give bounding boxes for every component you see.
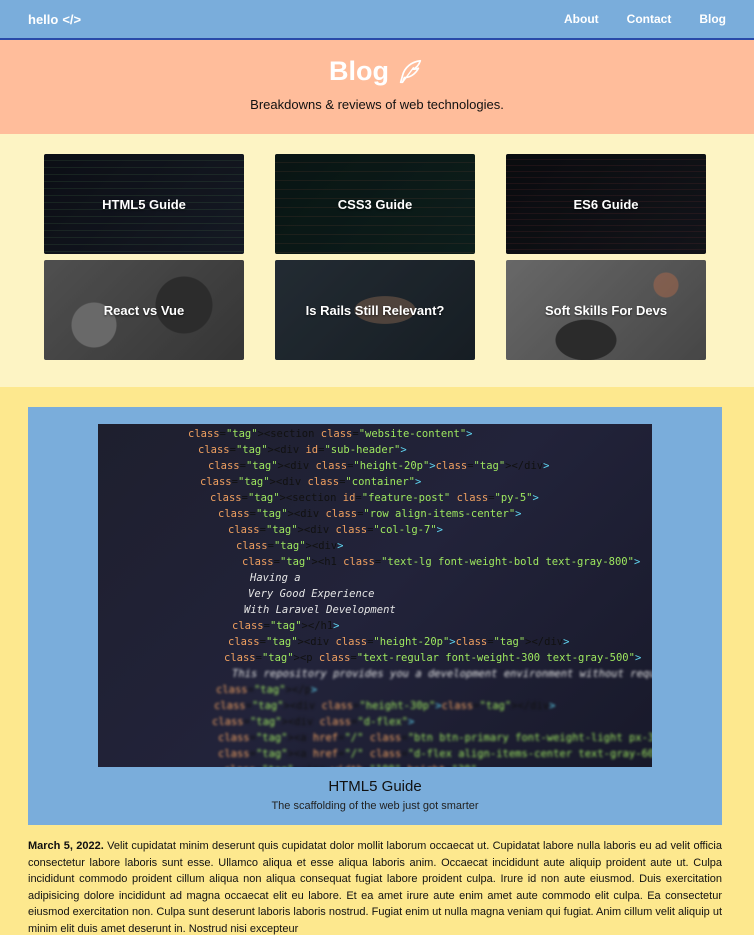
guide-card-soft-skills[interactable]: Soft Skills For Devs xyxy=(506,260,706,360)
code-line: class="tag"><p class="text-regular font-… xyxy=(224,652,642,664)
guide-card-css3[interactable]: CSS3 Guide xyxy=(275,154,475,254)
code-line: class="tag"><div class="height-30p">clas… xyxy=(214,700,556,712)
article-date: March 5, 2022. xyxy=(28,840,104,852)
page-title: Blog xyxy=(0,56,754,87)
code-line: class="tag"><h1 class="text-lg font-weig… xyxy=(242,556,641,568)
code-line: class="tag"><section class="website-cont… xyxy=(188,428,473,440)
featured-subtitle: The scaffolding of the web just got smar… xyxy=(271,800,479,812)
code-line: Very Good Experience xyxy=(248,588,375,600)
guide-card-es6[interactable]: ES6 Guide xyxy=(506,154,706,254)
feather-icon xyxy=(399,59,422,83)
code-line: This repository provides you a developme… xyxy=(232,668,652,680)
guide-card-label: Soft Skills For Devs xyxy=(544,302,668,318)
featured-code-image: class="tag"><section class="website-cont… xyxy=(98,424,652,767)
code-line: class="tag"><div class="height-20p">clas… xyxy=(208,460,550,472)
code-line: class="tag"><div> xyxy=(236,540,344,552)
article-text: Velit cupidatat minim deserunt quis cupi… xyxy=(28,840,722,935)
guide-card-react-vue[interactable]: React vs Vue xyxy=(44,260,244,360)
code-line: class="tag"><div class="d-flex"> xyxy=(212,716,415,728)
page-title-text: Blog xyxy=(329,56,389,86)
nav-link-blog[interactable]: Blog xyxy=(699,12,726,26)
code-brackets-icon: </> xyxy=(62,11,82,27)
guide-card-label: ES6 Guide xyxy=(573,196,639,212)
guide-card-label: CSS3 Guide xyxy=(337,196,413,212)
nav-links: About Contact Blog xyxy=(564,12,726,26)
code-line: class="tag"><div class="container"> xyxy=(200,476,422,488)
code-line: class="tag"><a href="/" class="d-flex al… xyxy=(218,748,652,760)
code-line: class="tag"><div class="col-lg-7"> xyxy=(228,524,443,536)
code-line: class="tag"></h1> xyxy=(232,620,340,632)
guide-card-label: HTML5 Guide xyxy=(102,196,186,212)
code-line: class="tag"></p> xyxy=(216,684,318,696)
navbar: hello </> About Contact Blog xyxy=(0,0,754,40)
code-line: class="tag"><div class="height-20p">clas… xyxy=(228,636,570,648)
page-subtitle: Breakdowns & reviews of web technologies… xyxy=(250,97,504,112)
code-line: With Laravel Development xyxy=(244,604,396,616)
guides-grid: HTML5 Guide CSS3 Guide ES6 Guide React v… xyxy=(0,134,754,387)
blog-header: Blog Breakdowns & reviews of web technol… xyxy=(0,40,754,134)
guide-card-label: Is Rails Still Relevant? xyxy=(305,302,445,318)
article-body: March 5, 2022. Velit cupidatat minim des… xyxy=(28,838,722,935)
nav-link-about[interactable]: About xyxy=(564,12,599,26)
code-lines: class="tag"><section class="website-cont… xyxy=(98,424,652,767)
code-line: class="tag"><div id="sub-header"> xyxy=(198,444,407,456)
guide-card-label: React vs Vue xyxy=(103,302,185,318)
guide-card-rails[interactable]: Is Rails Still Relevant? xyxy=(275,260,475,360)
featured-post: class="tag"><section class="website-cont… xyxy=(28,407,722,825)
brand-link[interactable]: hello </> xyxy=(28,12,81,27)
code-line: class="tag"><div class="row align-items-… xyxy=(218,508,522,520)
guide-card-html5[interactable]: HTML5 Guide xyxy=(44,154,244,254)
nav-link-contact[interactable]: Contact xyxy=(627,12,672,26)
code-line: class="tag"><a href="/" class="btn btn-p… xyxy=(218,732,652,744)
code-line: class="tag"><section id="feature-post" c… xyxy=(210,492,539,504)
featured-title: HTML5 Guide xyxy=(328,778,422,795)
code-line: Having a xyxy=(250,572,301,584)
brand-name: hello xyxy=(28,11,59,27)
code-line: class="tag"><img width="100" height="30" xyxy=(98,762,652,767)
